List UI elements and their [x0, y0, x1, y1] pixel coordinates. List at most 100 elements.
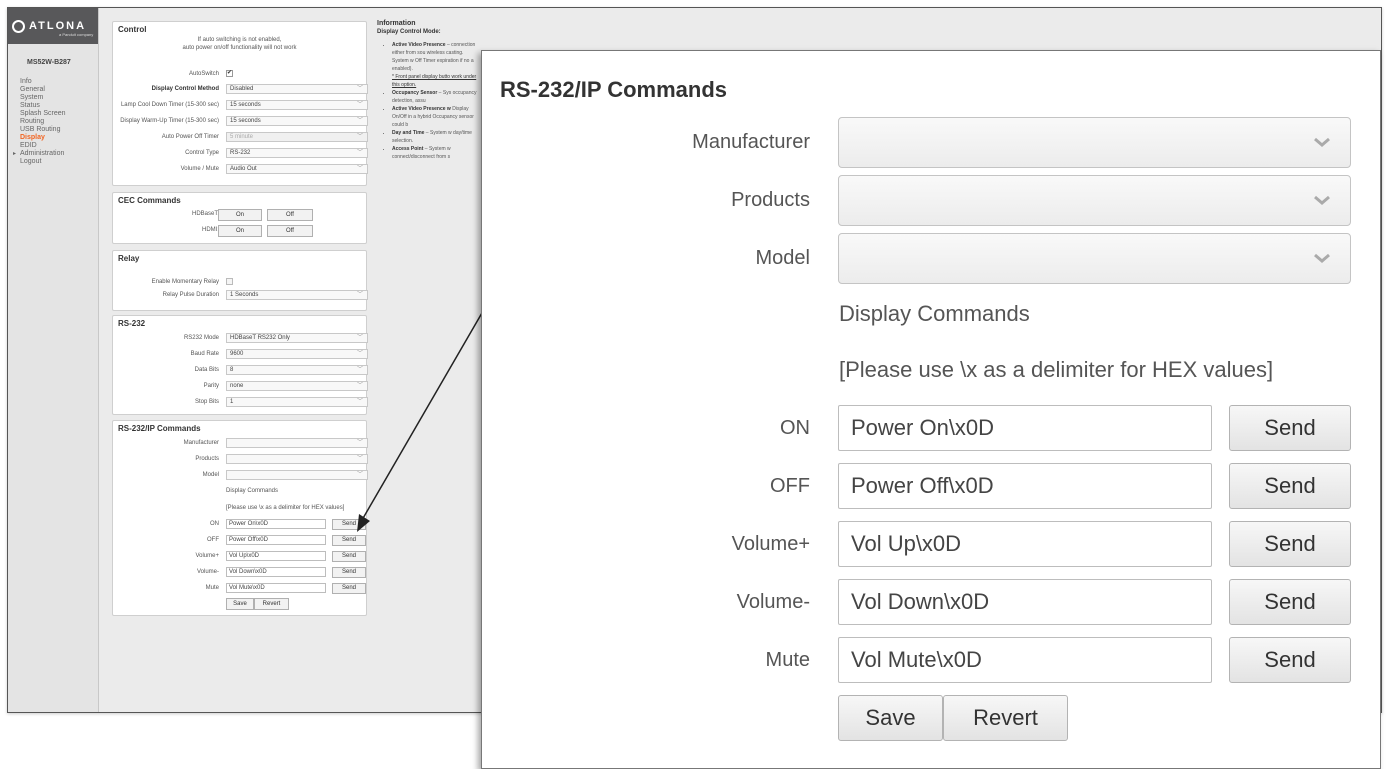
products-select[interactable]: [838, 175, 1351, 226]
sidebar-item-splash-screen[interactable]: Splash Screen: [20, 110, 98, 118]
chevron-down-icon: ﹀: [356, 472, 363, 478]
cmd-volup-label: Volume+: [731, 533, 810, 555]
cooldown-select[interactable]: 15 seconds ﹀: [226, 100, 368, 110]
control-type-select[interactable]: RS-232 ﹀: [226, 148, 368, 158]
chevron-down-icon: ﹀: [356, 86, 363, 92]
autoswitch-checkbox[interactable]: ✔: [226, 70, 233, 77]
cmd-mute-input-small[interactable]: Vol Mute\x0D: [226, 583, 326, 593]
sidebar-item-general[interactable]: General: [20, 86, 98, 94]
cmd-on-input-small[interactable]: Power On\x0D: [226, 519, 326, 529]
parity-value: none: [230, 383, 244, 389]
stop-bits-select[interactable]: 1 ﹀: [226, 397, 368, 407]
model-label-small: Model: [202, 472, 219, 478]
cmd-volup-input[interactable]: Vol Up\x0D: [838, 521, 1212, 567]
manufacturer-label-small: Manufacturer: [183, 440, 219, 446]
method-label: Display Control Method: [151, 86, 219, 92]
sidebar-item-administration[interactable]: ▸ Administration: [13, 150, 98, 158]
momentary-relay-checkbox[interactable]: [226, 278, 233, 285]
chevron-down-icon: [1314, 253, 1330, 263]
cmd-mute-send-button[interactable]: Send: [1229, 637, 1351, 683]
cmd-voldown-input-small[interactable]: Vol Down\x0D: [226, 567, 326, 577]
info-item: Day and Time – System w day/time selecti…: [392, 129, 477, 145]
rs232-mode-select[interactable]: HDBaseT RS232 Only ﹀: [226, 333, 368, 343]
sidebar-item-info[interactable]: Info: [20, 78, 98, 86]
display-commands-label: Display Commands: [839, 301, 1030, 326]
relay-pulse-value: 1 Seconds: [230, 292, 259, 298]
sidebar-item-edid[interactable]: EDID: [20, 142, 98, 150]
sidebar-item-routing[interactable]: Routing: [20, 118, 98, 126]
warmup-label: Display Warm-Up Timer (15-300 sec): [120, 118, 219, 124]
sidebar-nav: Info General System Status Splash Screen…: [8, 66, 98, 166]
cmd-voldown-send-button-small[interactable]: Send: [332, 567, 366, 578]
cmd-off-send-button[interactable]: Send: [1229, 463, 1351, 509]
chevron-down-icon: ﹀: [356, 292, 363, 298]
sidebar-item-system[interactable]: System: [20, 94, 98, 102]
manufacturer-select-small[interactable]: ﹀: [226, 438, 368, 448]
method-select[interactable]: Disabled ﹀: [226, 84, 368, 94]
products-select-small[interactable]: ﹀: [226, 454, 368, 464]
cmd-volup-input-small[interactable]: Vol Up\x0D: [226, 551, 326, 561]
info-list: Active Video Presence – connection eithe…: [377, 41, 477, 161]
hdbaset-label: HDBaseT:: [191, 211, 219, 217]
data-bits-select[interactable]: 8 ﹀: [226, 365, 368, 375]
cmd-mute-send-button-small[interactable]: Send: [332, 583, 366, 594]
control-title: Control: [118, 25, 147, 34]
cmd-mute-label: Mute: [765, 649, 810, 671]
info-item-text: * Front panel display butto work under t…: [392, 74, 477, 88]
hdmi-on-button[interactable]: On: [218, 225, 262, 237]
manufacturer-select[interactable]: [838, 117, 1351, 168]
method-value: Disabled: [230, 86, 254, 92]
sidebar-item-status[interactable]: Status: [20, 102, 98, 110]
info-item-head: Active Video Presence: [392, 42, 446, 48]
baud-rate-select[interactable]: 9600 ﹀: [226, 349, 368, 359]
cmd-volup-send-button[interactable]: Send: [1229, 521, 1351, 567]
rs232-mode-label: RS232 Mode: [183, 335, 219, 341]
baud-rate-value: 9600: [230, 351, 244, 357]
chevron-down-icon: ﹀: [356, 118, 363, 124]
caret-right-icon: ▸: [13, 151, 17, 157]
cmd-on-send-button[interactable]: Send: [1229, 405, 1351, 451]
cec-title: CEC Commands: [118, 196, 181, 205]
cmd-off-send-button-small[interactable]: Send: [332, 535, 366, 546]
chevron-down-icon: ﹀: [356, 456, 363, 462]
chevron-down-icon: ﹀: [356, 351, 363, 357]
volume-mute-select[interactable]: Audio Out ﹀: [226, 164, 368, 174]
rsip-title: RS-232/IP Commands: [500, 77, 728, 102]
hdbaset-on-button[interactable]: On: [218, 209, 262, 221]
sidebar-item-logout[interactable]: Logout: [20, 158, 98, 166]
cmd-volup-send-button-small[interactable]: Send: [332, 551, 366, 562]
cmd-on-send-button-small[interactable]: Send: [332, 519, 366, 530]
logo-text: ATLONA: [29, 20, 87, 32]
hdbaset-off-button[interactable]: Off: [267, 209, 313, 221]
cmd-off-input-small[interactable]: Power Off\x0D: [226, 535, 326, 545]
rs232-mode-value: HDBaseT RS232 Only: [230, 335, 290, 341]
logo: ATLONA a Panduit company: [8, 8, 98, 44]
parity-select[interactable]: none ﹀: [226, 381, 368, 391]
autooff-select[interactable]: 5 minute ﹀: [226, 132, 368, 142]
cmd-voldown-input[interactable]: Vol Down\x0D: [838, 579, 1212, 625]
cmd-on-input[interactable]: Power On\x0D: [838, 405, 1212, 451]
chevron-down-icon: ﹀: [356, 102, 363, 108]
info-subtitle: Display Control Mode:: [377, 29, 441, 35]
warmup-select[interactable]: 15 seconds ﹀: [226, 116, 368, 126]
relay-pulse-select[interactable]: 1 Seconds ﹀: [226, 290, 368, 300]
sidebar-item-usb-routing[interactable]: USB Routing: [20, 126, 98, 134]
save-button-small[interactable]: Save: [226, 598, 254, 610]
warmup-value: 15 seconds: [230, 118, 261, 124]
info-item: Active Video Presence w Display On/Off i…: [392, 105, 477, 129]
cmd-mute-input[interactable]: Vol Mute\x0D: [838, 637, 1212, 683]
cmd-off-input[interactable]: Power Off\x0D: [838, 463, 1212, 509]
revert-button-small[interactable]: Revert: [254, 598, 289, 610]
data-bits-value: 8: [230, 367, 234, 373]
sidebar-item-display[interactable]: Display: [20, 134, 98, 142]
save-button[interactable]: Save: [838, 695, 943, 741]
revert-button[interactable]: Revert: [943, 695, 1068, 741]
info-item: Active Video Presence – connection eithe…: [392, 41, 477, 73]
model-select-small[interactable]: ﹀: [226, 470, 368, 480]
cmd-voldown-send-button[interactable]: Send: [1229, 579, 1351, 625]
baud-rate-label: Baud Rate: [190, 351, 219, 357]
model-select[interactable]: [838, 233, 1351, 284]
cec-panel: CEC Commands HDBaseT: On Off HDMI: On Of…: [112, 192, 367, 244]
cooldown-value: 15 seconds: [230, 102, 261, 108]
hdmi-off-button[interactable]: Off: [267, 225, 313, 237]
